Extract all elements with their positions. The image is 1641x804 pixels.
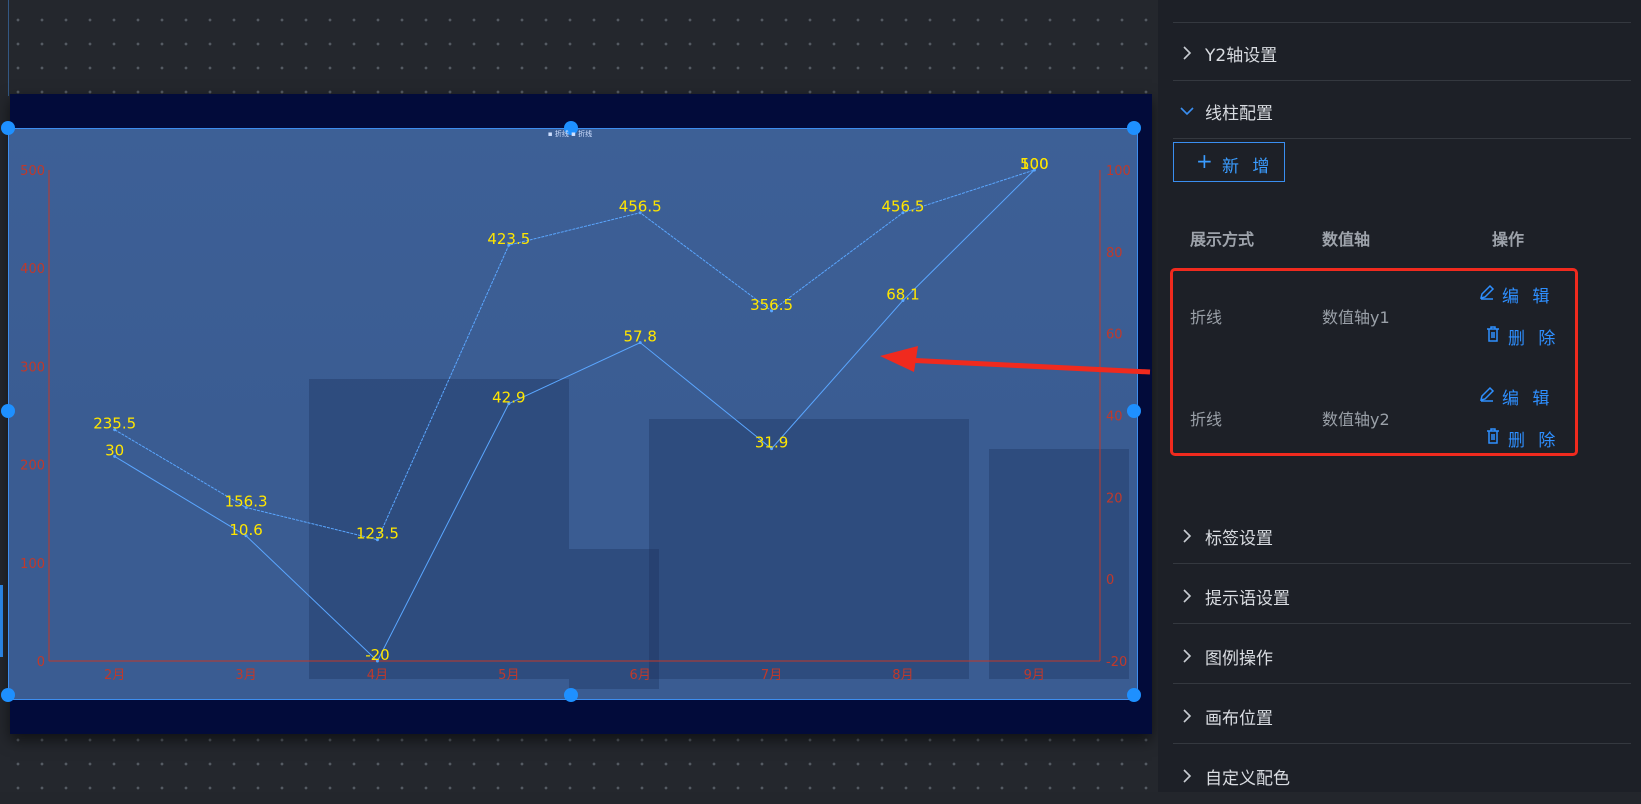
y-left-tick-label: 400 [20,262,45,277]
data-label: 456.5 [619,198,662,216]
section-legend-operations[interactable]: 图例操作 [1173,626,1631,684]
line-chart: ▪ 折线 ▪ 折线 0 100 200 300 400 500 -20 0 20 40 60 80 10… [20,129,1131,683]
data-label: 235.5 [93,415,136,433]
chart-data-labels: 235.5156.3123.5423.5456.5356.5456.550030… [93,155,1048,664]
x-tick-label: 3月 [235,668,256,683]
data-label: 423.5 [487,230,530,248]
column-header-actions: 操作 [1492,230,1525,249]
data-label: 356.5 [750,296,793,314]
add-button-label: 新 增 [1222,157,1274,177]
add-button[interactable]: + 新 增 [1173,142,1285,182]
y-left-tick-label: 200 [20,459,45,474]
series-line-1 [114,169,1035,541]
y-right-tick-label: 60 [1106,328,1123,343]
column-header-display: 展示方式 [1190,230,1255,249]
chevron-right-icon [1179,768,1195,784]
data-label: 57.8 [623,328,656,346]
plus-icon: + [1196,149,1213,173]
chart-series [113,168,1036,663]
x-tick-label: 7月 [761,668,782,683]
data-label: 123.5 [356,525,399,543]
x-tick-label: 2月 [104,668,125,683]
chevron-down-icon [1179,103,1195,119]
chevron-right-icon [1179,648,1195,664]
data-label: -20 [365,646,390,664]
data-label: 68.1 [886,286,919,304]
section-title: 自定义配色 [1205,769,1290,789]
data-label: 31.9 [755,434,788,452]
section-custom-colors[interactable]: 自定义配色 [1173,746,1631,804]
section-title: 画布位置 [1205,709,1273,729]
chevron-right-icon [1179,588,1195,604]
y-right-tick-label: 80 [1106,246,1123,261]
chart-axes: 0 100 200 300 400 500 -20 0 20 40 60 80 100 2月 3月 4月 5月 6… [20,164,1131,683]
data-label: 30 [105,441,124,459]
data-label: 100 [1020,155,1049,173]
chevron-right-icon [1179,528,1195,544]
section-title: 图例操作 [1205,649,1273,669]
y-left-tick-label: 300 [20,360,45,375]
data-label: 42.9 [492,389,525,407]
chevron-right-icon [1179,45,1195,61]
data-label: 156.3 [225,493,268,511]
y-right-tick-label: -20 [1106,655,1127,670]
section-title: 线柱配置 [1205,104,1273,124]
chart-legend: ▪ 折线 ▪ 折线 [548,129,592,138]
x-tick-label: 4月 [367,668,388,683]
series-line-2 [114,169,1035,662]
section-y2-axis[interactable]: Y2轴设置 [1173,23,1631,81]
data-label: 10.6 [229,521,262,539]
section-tooltip-settings[interactable]: 提示语设置 [1173,566,1631,624]
y-left-tick-label: 500 [20,164,45,179]
x-tick-label: 6月 [630,668,651,683]
column-header-axis: 数值轴 [1322,230,1371,249]
section-title: Y2轴设置 [1205,46,1278,66]
section-label-settings[interactable]: 标签设置 [1173,506,1631,564]
y-right-tick-label: 20 [1106,491,1123,506]
y-right-tick-label: 100 [1106,164,1131,179]
section-title: 标签设置 [1205,529,1273,549]
section-line-bar-config[interactable]: 线柱配置 [1173,81,1631,139]
data-label: 456.5 [881,198,924,216]
section-canvas-position[interactable]: 画布位置 [1173,686,1631,744]
section-title: 提示语设置 [1205,589,1290,609]
highlight-box [1170,268,1578,456]
x-tick-label: 5月 [498,668,519,683]
y-left-tick-label: 100 [20,557,45,572]
chevron-right-icon [1179,708,1195,724]
y-left-tick-label: 0 [37,655,45,670]
x-tick-label: 8月 [892,668,913,683]
y-right-tick-label: 40 [1106,410,1123,425]
x-tick-label: 9月 [1024,668,1045,683]
y-right-tick-label: 0 [1106,573,1114,588]
